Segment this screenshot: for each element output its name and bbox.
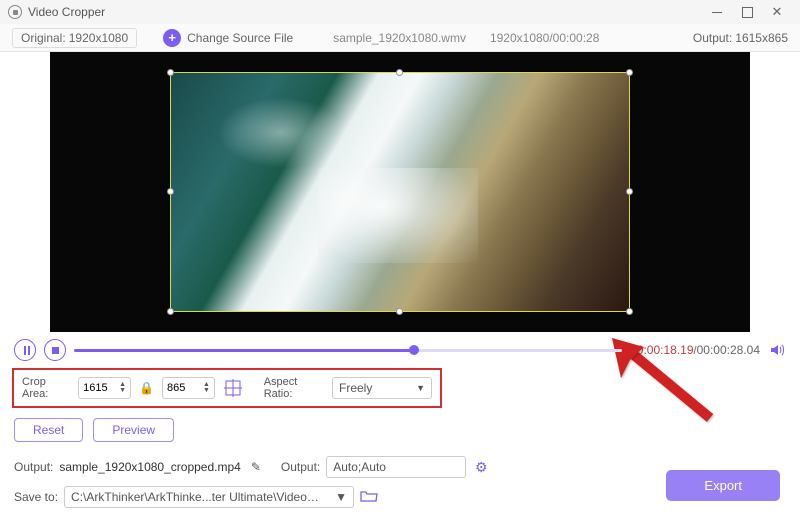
crop-handle-tm[interactable] <box>396 69 403 76</box>
crop-handle-bl[interactable] <box>167 308 174 315</box>
preview-button[interactable]: Preview <box>93 418 174 442</box>
crop-handle-bm[interactable] <box>396 308 403 315</box>
volume-icon[interactable] <box>768 341 786 359</box>
crop-width-stepper[interactable]: ▲▼ <box>78 377 131 399</box>
video-preview[interactable] <box>50 52 750 332</box>
info-toolbar: Original: 1920x1080 + Change Source File… <box>0 24 800 52</box>
stepper-arrows-icon[interactable]: ▲▼ <box>203 382 210 394</box>
window-title: Video Cropper <box>28 5 105 19</box>
output-format-label: Output: <box>281 460 320 474</box>
original-size-badge: Original: 1920x1080 <box>12 28 137 48</box>
playback-bar: 00:00:18.19/00:00:28.04 <box>0 332 800 368</box>
crop-width-input[interactable] <box>83 382 117 394</box>
save-path-select[interactable]: C:\ArkThinker\ArkThinke...ter Ultimate\V… <box>64 486 354 508</box>
timeline-slider[interactable] <box>74 349 622 352</box>
reset-button[interactable]: Reset <box>14 418 83 442</box>
crop-height-input[interactable] <box>167 382 201 394</box>
center-crop-icon[interactable] <box>221 377 246 399</box>
open-folder-icon[interactable] <box>360 489 378 506</box>
stop-button[interactable] <box>44 339 66 361</box>
close-button[interactable] <box>762 3 792 21</box>
crop-height-stepper[interactable]: ▲▼ <box>162 377 215 399</box>
output-size-label: Output: 1615x865 <box>693 31 788 45</box>
action-buttons: Reset Preview <box>0 408 800 452</box>
save-to-label: Save to: <box>14 490 58 504</box>
crop-handle-ml[interactable] <box>167 188 174 195</box>
output-label: Output: <box>14 460 53 474</box>
crop-handle-tr[interactable] <box>626 69 633 76</box>
aspect-ratio-label: Aspect Ratio: <box>264 376 326 400</box>
settings-icon[interactable]: ⚙ <box>472 458 490 476</box>
title-bar: Video Cropper <box>0 0 800 24</box>
crop-handle-br[interactable] <box>626 308 633 315</box>
aspect-ratio-select[interactable]: Freely▼ <box>332 377 432 399</box>
crop-selection[interactable] <box>170 72 630 312</box>
crop-controls: Crop Area: ▲▼ 🔒 ▲▼ Aspect Ratio: Freely▼ <box>12 368 442 408</box>
chevron-down-icon: ▼ <box>416 383 425 393</box>
time-display: 00:00:18.19/00:00:28.04 <box>630 343 760 357</box>
export-button[interactable]: Export <box>666 470 780 501</box>
maximize-button[interactable] <box>732 3 762 21</box>
output-filename: sample_1920x1080_cropped.mp4 <box>59 460 240 474</box>
change-source-link[interactable]: Change Source File <box>187 31 293 45</box>
crop-area-label: Crop Area: <box>22 376 72 400</box>
edit-filename-icon[interactable]: ✎ <box>247 460 265 474</box>
minimize-button[interactable] <box>702 3 732 21</box>
app-logo-icon <box>8 5 22 19</box>
source-dims-duration: 1920x1080/00:00:28 <box>490 31 599 45</box>
video-stage <box>0 52 800 332</box>
crop-handle-mr[interactable] <box>626 188 633 195</box>
lock-aspect-icon[interactable]: 🔒 <box>137 381 156 395</box>
chevron-down-icon: ▼ <box>335 490 347 504</box>
crop-handle-tl[interactable] <box>167 69 174 76</box>
add-source-icon[interactable]: + <box>163 29 181 47</box>
pause-button[interactable] <box>14 339 36 361</box>
output-format-select[interactable]: Auto;Auto <box>326 456 466 478</box>
crop-preview-image <box>171 73 629 311</box>
timeline-knob[interactable] <box>409 345 419 355</box>
stepper-arrows-icon[interactable]: ▲▼ <box>119 382 126 394</box>
source-filename: sample_1920x1080.wmv <box>333 31 466 45</box>
